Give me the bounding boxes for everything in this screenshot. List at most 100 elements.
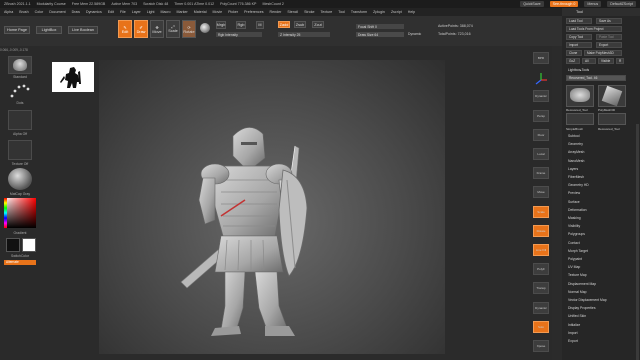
subpalette-geometry[interactable]: Geometry	[568, 142, 583, 146]
tray-scrollbar[interactable]	[636, 124, 639, 360]
menu-zplugin[interactable]: Zplugin	[373, 10, 385, 14]
shelf-line-fill-button[interactable]: Line Fill	[533, 244, 549, 256]
lightbox-tools-button[interactable]: Lightbox▸Tools	[566, 67, 622, 73]
subpalette-preview[interactable]: Preview	[568, 191, 580, 195]
subpalette-export[interactable]: Export	[568, 339, 578, 343]
menu-color[interactable]: Color	[35, 10, 44, 14]
shelf-dynamic-button[interactable]: Dynamic	[533, 90, 549, 103]
quicksave-button[interactable]: QuickSave	[520, 1, 544, 7]
lightbox-button[interactable]: LightBox	[36, 26, 62, 34]
shelf-frame-button[interactable]: Frame	[533, 167, 549, 180]
menu-document[interactable]: Document	[49, 10, 65, 14]
shelf-local-button[interactable]: Local	[533, 148, 549, 160]
menu-file[interactable]: File	[120, 10, 126, 14]
menu-stencil[interactable]: Stencil	[287, 10, 298, 14]
material-thumbnail[interactable]	[8, 168, 32, 190]
tool-thumb-2[interactable]	[598, 85, 626, 107]
edit-button[interactable]: ✎ Edit	[118, 20, 132, 38]
z-intensity-slider[interactable]: Z Intensity 25	[278, 32, 330, 37]
rgb-button[interactable]: Rgb	[236, 21, 246, 29]
menu-draw[interactable]: Draw	[72, 10, 80, 14]
save-as-button[interactable]: Save As	[596, 18, 622, 24]
menu-alpha[interactable]: Alpha	[4, 10, 13, 14]
shelf-scale-button[interactable]: Scale	[533, 205, 549, 218]
menu-macro[interactable]: Macro	[161, 10, 171, 14]
color-picker[interactable]	[4, 198, 36, 228]
subpalette-displacement-map[interactable]: Displacement Map	[568, 282, 596, 286]
mrgb-button[interactable]: Mrgb	[216, 21, 226, 29]
shelf-floor-button[interactable]: Floor	[533, 128, 549, 141]
menu-dynamics[interactable]: Dynamics	[86, 10, 102, 14]
goz-button[interactable]: GoZ	[566, 58, 580, 64]
subpalette-deformation[interactable]: Deformation	[568, 208, 586, 212]
home-page-button[interactable]: Home Page	[4, 26, 30, 34]
secondary-color-swatch[interactable]	[22, 238, 36, 252]
menu-picker[interactable]: Picker	[228, 10, 238, 14]
focal-shift-slider[interactable]: Focal Shift 0	[356, 24, 404, 29]
subpalette-initialize[interactable]: Initialize	[568, 323, 580, 327]
shelf-bpr-button[interactable]: BPR	[533, 52, 549, 64]
shelf-rotate-button[interactable]: Rotate	[533, 224, 549, 237]
subpalette-layers[interactable]: Layers	[568, 167, 578, 171]
subpalette-display-properties[interactable]: Display Properties	[568, 306, 596, 310]
recovered-tool-slider[interactable]: Recovered_Tool. 46	[566, 75, 626, 81]
subpalette-polypaint[interactable]: Polypaint	[568, 257, 582, 261]
menu-light[interactable]: Light	[147, 10, 155, 14]
menu-layer[interactable]: Layer	[132, 10, 141, 14]
clone-button[interactable]: Clone	[566, 50, 582, 56]
subpalette-subtool[interactable]: Subtool	[568, 134, 580, 138]
subpalette-visibility[interactable]: Visibility	[568, 224, 580, 228]
see-through-slider[interactable]: See-through 0	[549, 1, 579, 7]
subpalette-import[interactable]: Import	[568, 331, 578, 335]
tool-thumb-4[interactable]	[598, 113, 626, 125]
alternate-button[interactable]: Alternate	[4, 260, 36, 265]
alpha-thumbnail[interactable]	[8, 110, 32, 130]
paste-tool-button[interactable]: Paste Tool	[596, 34, 622, 40]
import-button[interactable]: Import	[566, 42, 592, 48]
menu-help[interactable]: Help	[408, 10, 415, 14]
scale-button[interactable]: ⤢ Scale	[166, 20, 180, 38]
visible-button[interactable]: Visible	[598, 58, 614, 64]
switchcolor-label[interactable]: SwitchColor	[0, 254, 40, 258]
subpalette-morph-target[interactable]: Morph Target	[568, 249, 588, 253]
move-button[interactable]: ✥ Move	[150, 20, 164, 38]
tool-palette-header[interactable]: Tool	[562, 8, 640, 16]
zcut-button[interactable]: Zcut	[312, 21, 324, 28]
menu-preferences[interactable]: Preferences	[244, 10, 263, 14]
rgb-intensity-slider[interactable]: Rgb Intensity	[216, 32, 262, 37]
export-button[interactable]: Export	[596, 42, 622, 48]
shelf-polyf-button[interactable]: PolyF	[533, 263, 549, 276]
copy-tool-button[interactable]: Copy Tool	[566, 34, 592, 40]
main-color-swatch[interactable]	[6, 238, 20, 252]
menu-material[interactable]: Material	[194, 10, 207, 14]
menu-edit[interactable]: Edit	[108, 10, 114, 14]
subpalette-normal-map[interactable]: Normal Map	[568, 290, 586, 294]
hue-strip[interactable]	[4, 198, 7, 228]
tool-thumb-3[interactable]	[566, 113, 594, 125]
subpalette-vector-displacement-map[interactable]: Vector Displacement Map	[568, 298, 607, 302]
rotate-button[interactable]: ⟳ Rotate	[182, 20, 196, 38]
dynamic-toggle[interactable]: Dynamic	[408, 32, 421, 36]
subpalette-unified-skin[interactable]: Unified Skin	[568, 314, 586, 318]
navigator-thumbnail[interactable]	[52, 62, 94, 92]
menu-zscript[interactable]: Zscript	[391, 10, 402, 14]
brush-thumbnail[interactable]	[8, 56, 32, 74]
stroke-thumbnail[interactable]	[8, 82, 32, 100]
subpalette-surface[interactable]: Surface	[568, 200, 580, 204]
shelf-persp-button[interactable]: Persp	[533, 109, 549, 122]
subpalette-arraymesh[interactable]: ArrayMesh	[568, 150, 584, 154]
subpalette-polygroups[interactable]: Polygroups	[568, 232, 585, 236]
subpalette-geometry-hd[interactable]: Geometry HD	[568, 183, 589, 187]
subpalette-uv-map[interactable]: UV Map	[568, 265, 580, 269]
m-button[interactable]: M	[256, 21, 264, 29]
shelf-move-button[interactable]: Move	[533, 186, 549, 199]
shelf-xpose-button[interactable]: Xpose	[533, 340, 549, 352]
axis-gizmo-icon[interactable]	[533, 72, 549, 86]
tool-thumb-1[interactable]	[566, 85, 594, 107]
default-zscript-button[interactable]: DefaultZScript	[607, 1, 636, 7]
menu-transform[interactable]: Transform	[351, 10, 367, 14]
menu-stroke[interactable]: Stroke	[304, 10, 314, 14]
all-button[interactable]: All	[582, 58, 596, 64]
material-sphere-icon[interactable]	[200, 23, 210, 33]
subpalette-contact[interactable]: Contact	[568, 241, 580, 245]
